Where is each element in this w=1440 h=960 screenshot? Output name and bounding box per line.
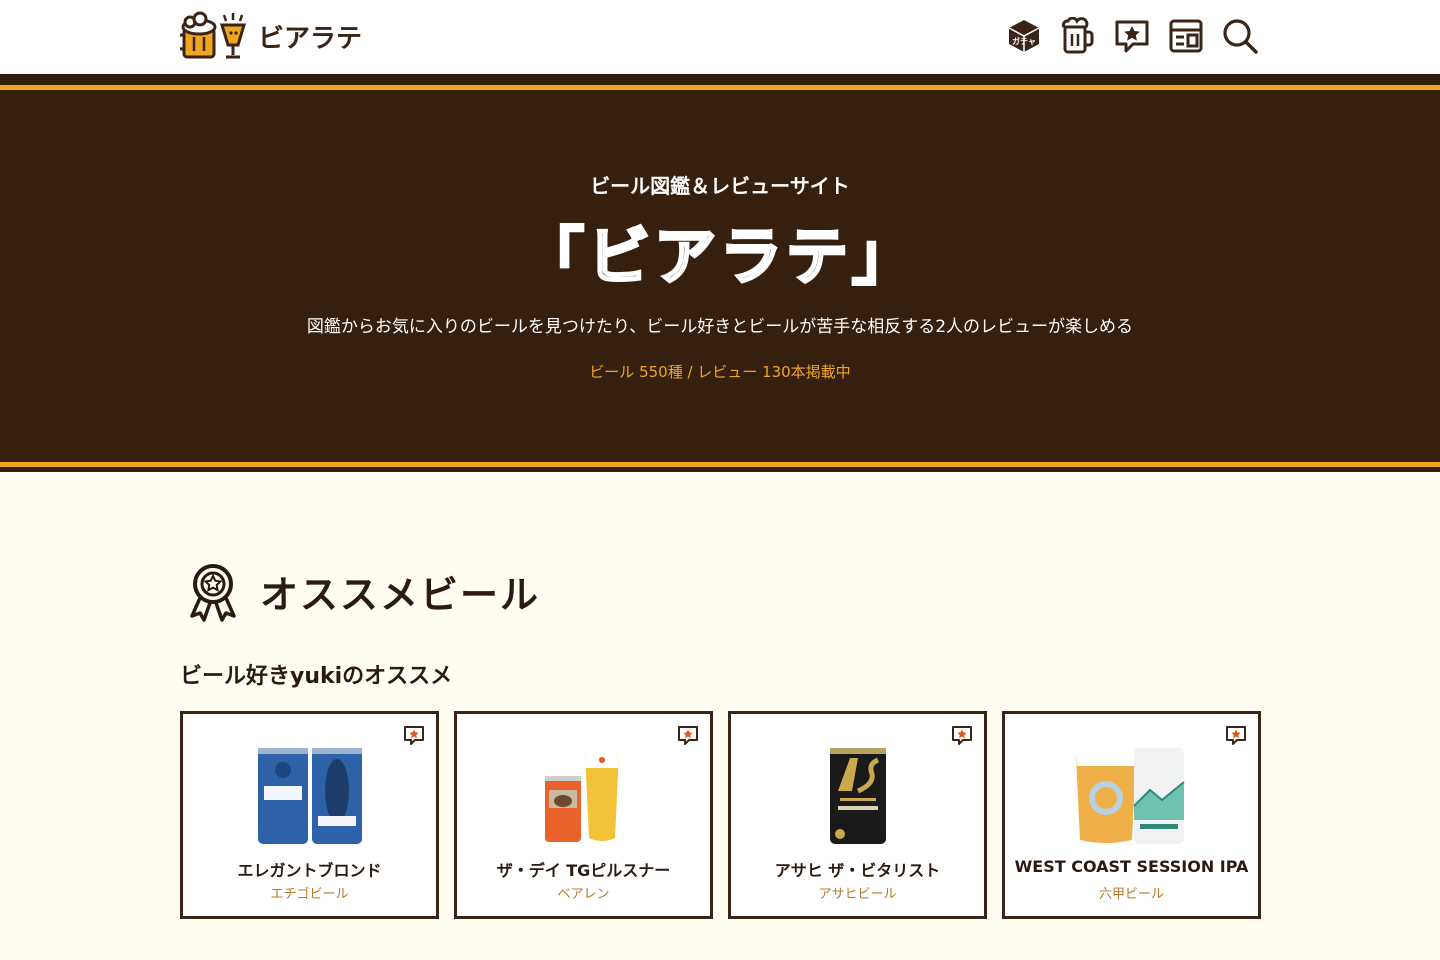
hero-title-text: 「ビアラテ」: [522, 220, 918, 293]
hero-description: 図鑑からお気に入りのビールを見つけたり、ビール好きとビールが苦手な相反する2人の…: [306, 317, 1134, 337]
recommend-heading: オススメビール: [186, 560, 540, 622]
nav-gacha[interactable]: ガチャ: [1004, 14, 1044, 58]
site-header: ビアラテ ガチャ: [0, 0, 1440, 74]
svg-text:ガチャ: ガチャ: [1012, 36, 1036, 46]
review-icon: [1115, 20, 1149, 53]
beer-image: [1005, 742, 1258, 846]
beer-logo-icon: [180, 11, 247, 59]
beer-maker: アサヒビール: [818, 887, 897, 902]
nav-search[interactable]: [1220, 14, 1260, 58]
beer-card-list: エレガントブロンド エチゴビール ザ・デイ TGピルスナー ベアレン アサヒ ザ…: [180, 711, 1261, 919]
beer-image: [731, 742, 984, 846]
beer-name: エレガントブロンド: [237, 861, 382, 880]
recommend-title: オススメビール: [260, 572, 541, 617]
hero-title: 「ビアラテ」: [0, 216, 1440, 296]
beer-image: [183, 742, 436, 846]
layout-icon: [1169, 19, 1203, 53]
gacha-icon: ガチャ: [1008, 20, 1040, 52]
beer-card[interactable]: アサヒ ザ・ビタリスト アサヒビール: [728, 711, 987, 919]
beer-name: WEST COAST SESSION IPA: [1014, 857, 1249, 876]
header-nav: ガチャ: [1004, 14, 1260, 58]
beer-name: ザ・デイ TGピルスナー: [496, 861, 671, 880]
beer-maker: エチゴビール: [270, 887, 349, 902]
beer-card[interactable]: WEST COAST SESSION IPA 六甲ビール: [1002, 711, 1261, 919]
beer-image: [457, 742, 710, 846]
nav-articles[interactable]: [1166, 14, 1206, 58]
hero-banner: ビール図鑑＆レビューサイト 「ビアラテ」 図鑑からお気に入りのビールを見つけたり…: [0, 74, 1440, 472]
hero-subtitle: ビール図鑑＆レビューサイト: [590, 174, 850, 198]
beer-maker: 六甲ビール: [1098, 887, 1164, 902]
nav-reviews[interactable]: [1112, 14, 1152, 58]
beer-card[interactable]: エレガントブロンド エチゴビール: [180, 711, 439, 919]
search-icon: [1223, 19, 1258, 54]
site-logo[interactable]: ビアラテ: [180, 11, 362, 61]
beer-mug-icon: [1061, 17, 1094, 54]
beer-card[interactable]: ザ・デイ TGピルスナー ベアレン: [454, 711, 713, 919]
logo-text: ビアラテ: [258, 23, 363, 54]
award-ribbon-icon: [190, 564, 236, 622]
beer-maker: ベアレン: [557, 887, 610, 902]
beer-name: アサヒ ザ・ビタリスト: [774, 861, 941, 880]
nav-beer-list[interactable]: [1058, 14, 1098, 58]
recommend-subtitle: ビール好きyukiのオススメ: [180, 664, 453, 689]
hero-stats: ビール 550種 / レビュー 130本掲載中: [589, 363, 851, 381]
